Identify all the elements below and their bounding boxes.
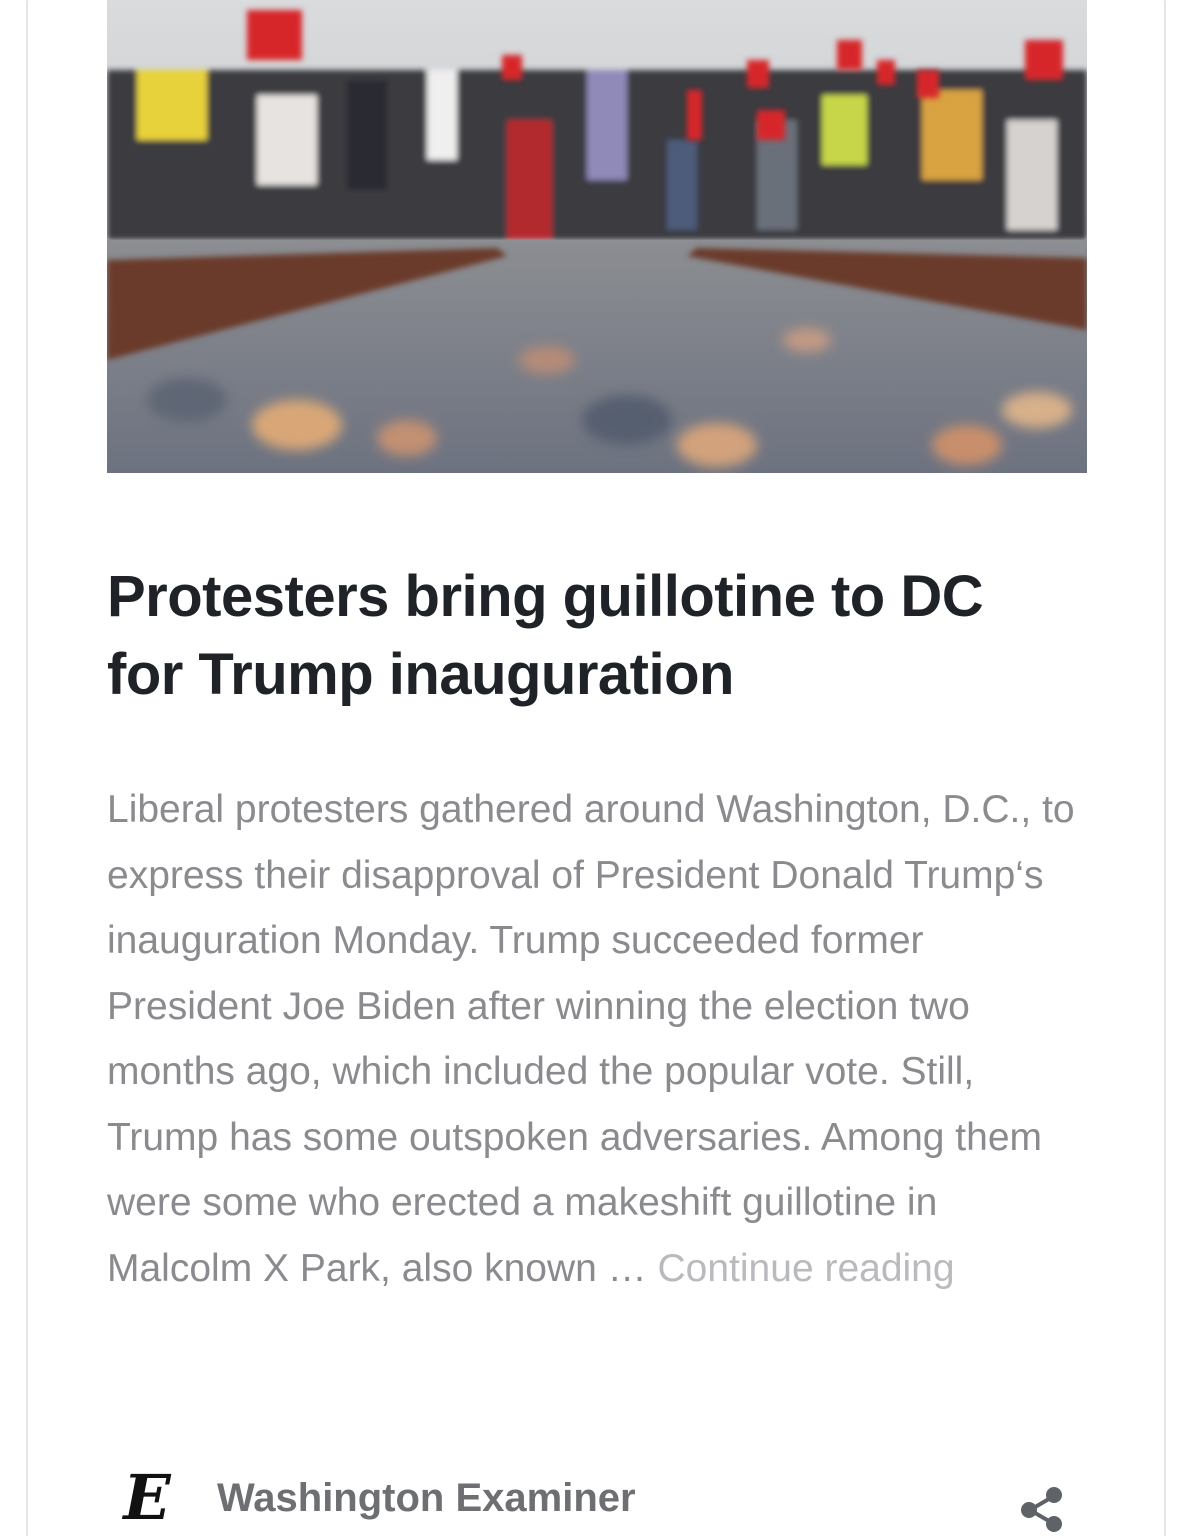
source-name[interactable]: Washington Examiner: [217, 1474, 636, 1522]
article-footer: E Washington Examiner: [107, 1460, 1082, 1536]
share-icon[interactable]: [1016, 1482, 1068, 1534]
washington-examiner-logo-icon: E: [123, 1461, 171, 1534]
article-summary: Liberal protesters gathered around Washi…: [107, 777, 1092, 1301]
article-summary-text: Liberal protesters gathered around Washi…: [107, 788, 1075, 1290]
page: Protesters bring guillotine to DC for Tr…: [0, 0, 1193, 1536]
article-image[interactable]: [107, 0, 1087, 473]
continue-reading-link[interactable]: Continue reading: [658, 1247, 955, 1290]
article-headline[interactable]: Protesters bring guillotine to DC for Tr…: [107, 558, 1067, 714]
